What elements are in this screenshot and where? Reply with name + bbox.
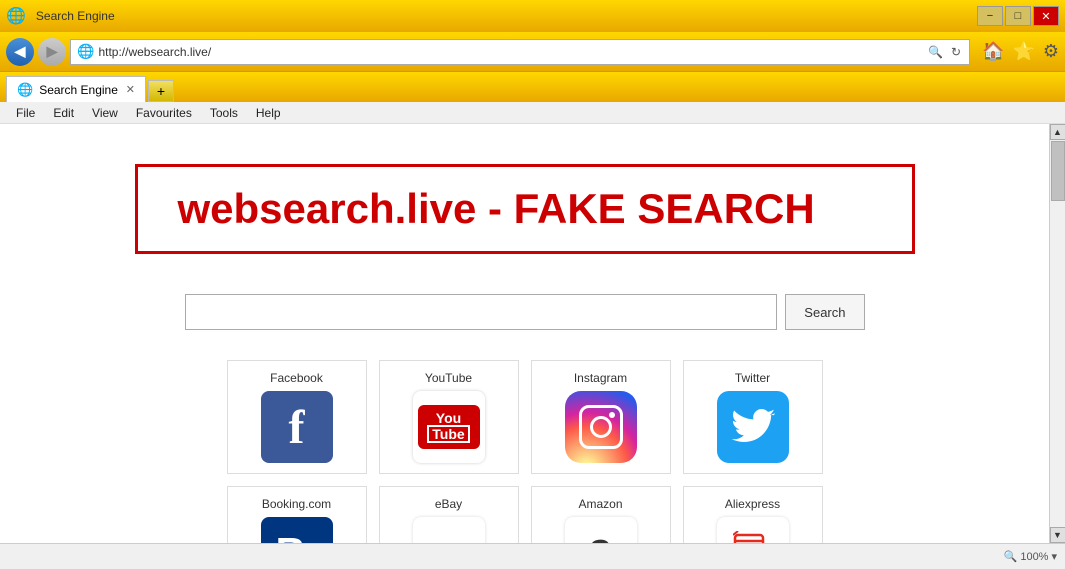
fake-search-banner: websearch.live - FAKE SEARCH (135, 164, 915, 254)
menu-tools[interactable]: Tools (202, 104, 246, 122)
twitter-icon (717, 391, 789, 463)
search-input[interactable] (185, 294, 778, 330)
favorites-icon[interactable]: ⭐ (1012, 41, 1034, 62)
scroll-thumb[interactable] (1051, 141, 1065, 201)
menu-edit[interactable]: Edit (45, 104, 82, 122)
zoom-level: 100% (1020, 551, 1048, 563)
status-right: 🔍 100% ▾ (1004, 550, 1057, 563)
tab-bar: 🌐 Search Engine ✕ + (0, 72, 1065, 102)
tab-ie-icon: 🌐 (17, 82, 33, 98)
search-address-icon[interactable]: 🔍 (926, 43, 945, 61)
tile-aliexpress-label: Aliexpress (725, 497, 780, 511)
scroll-up-button[interactable]: ▲ (1050, 124, 1065, 140)
ie-logo: 🌐 (6, 6, 26, 26)
menu-favourites[interactable]: Favourites (128, 104, 200, 122)
zoom-icon: 🔍 (1004, 550, 1018, 563)
settings-icon[interactable]: ⚙ (1043, 41, 1059, 62)
facebook-icon: f (261, 391, 333, 463)
status-bar: 🔍 100% ▾ (0, 543, 1065, 569)
bk-logo: B. (261, 517, 333, 543)
zoom-control[interactable]: 🔍 100% ▾ (1004, 550, 1057, 563)
minimize-button[interactable]: − (977, 6, 1003, 26)
tile-twitter[interactable]: Twitter (683, 360, 823, 474)
tile-ebay[interactable]: eBay ebay (379, 486, 519, 543)
tile-ebay-label: eBay (435, 497, 462, 511)
back-button[interactable]: ◀ (6, 38, 34, 66)
tab-search-engine[interactable]: 🌐 Search Engine ✕ (6, 76, 146, 102)
tile-twitter-label: Twitter (735, 371, 770, 385)
search-button[interactable]: Search (785, 294, 864, 330)
menu-help[interactable]: Help (248, 104, 289, 122)
tab-close-button[interactable]: ✕ (126, 83, 135, 96)
tile-instagram[interactable]: Instagram (531, 360, 671, 474)
youtube-icon: You Tube (413, 391, 485, 463)
tile-facebook[interactable]: Facebook f (227, 360, 367, 474)
search-area: Search (185, 294, 865, 330)
title-bar-title: Search Engine (36, 9, 115, 23)
ebay-logo: ebay (413, 517, 485, 543)
instagram-icon (565, 391, 637, 463)
shortcut-tiles-grid: Facebook f YouTube You Tube (227, 360, 823, 543)
scrollbar: ▲ ▼ (1049, 124, 1065, 543)
ig-logo (565, 391, 637, 463)
browser-body: websearch.live - FAKE SEARCH Search Face… (0, 124, 1065, 543)
tile-booking-label: Booking.com (262, 497, 331, 511)
address-text: http://websearch.live/ (98, 45, 922, 59)
tile-aliexpress[interactable]: Aliexpress Aliexpress (683, 486, 823, 543)
nav-bar: ◀ ▶ 🌐 http://websearch.live/ 🔍 ↻ 🏠 ⭐ ⚙ (0, 32, 1065, 72)
tile-youtube[interactable]: YouTube You Tube (379, 360, 519, 474)
menu-view[interactable]: View (84, 104, 126, 122)
amz-logo: a (565, 517, 637, 543)
new-tab-button[interactable]: + (148, 80, 174, 102)
amazon-icon: a (565, 517, 637, 543)
tw-logo (717, 391, 789, 463)
tile-amazon[interactable]: Amazon a (531, 486, 671, 543)
menu-file[interactable]: File (8, 104, 43, 122)
forward-button[interactable]: ▶ (38, 38, 66, 66)
tile-facebook-label: Facebook (270, 371, 323, 385)
address-bar: 🌐 http://websearch.live/ 🔍 ↻ (70, 39, 970, 65)
ali-logo: Aliexpress (717, 517, 789, 543)
ebay-icon: ebay (413, 517, 485, 543)
close-button[interactable]: ✕ (1033, 6, 1059, 26)
yt-logo: You Tube (413, 391, 485, 463)
zoom-dropdown-icon[interactable]: ▾ (1051, 550, 1057, 563)
address-ie-icon: 🌐 (77, 43, 94, 60)
title-bar-controls: − □ ✕ (977, 6, 1059, 26)
ali-cart-svg (733, 531, 773, 543)
tab-label: Search Engine (39, 83, 118, 97)
scroll-track[interactable] (1050, 140, 1065, 527)
fb-logo: f (261, 391, 333, 463)
scroll-down-button[interactable]: ▼ (1050, 527, 1065, 543)
tile-instagram-label: Instagram (574, 371, 627, 385)
refresh-icon[interactable]: ↻ (949, 43, 963, 61)
title-bar: 🌐 Search Engine − □ ✕ (0, 0, 1065, 32)
title-bar-left: 🌐 Search Engine (6, 6, 115, 26)
menu-bar: File Edit View Favourites Tools Help (0, 102, 1065, 124)
home-icon[interactable]: 🏠 (982, 41, 1004, 62)
aliexpress-icon: Aliexpress (717, 517, 789, 543)
tile-booking[interactable]: Booking.com B. (227, 486, 367, 543)
fake-search-text: websearch.live - FAKE SEARCH (178, 185, 815, 232)
main-content: websearch.live - FAKE SEARCH Search Face… (0, 124, 1049, 543)
booking-icon: B. (261, 517, 333, 543)
tile-youtube-label: YouTube (425, 371, 472, 385)
restore-button[interactable]: □ (1005, 6, 1031, 26)
address-icons: 🔍 ↻ (926, 43, 963, 61)
tile-amazon-label: Amazon (578, 497, 622, 511)
